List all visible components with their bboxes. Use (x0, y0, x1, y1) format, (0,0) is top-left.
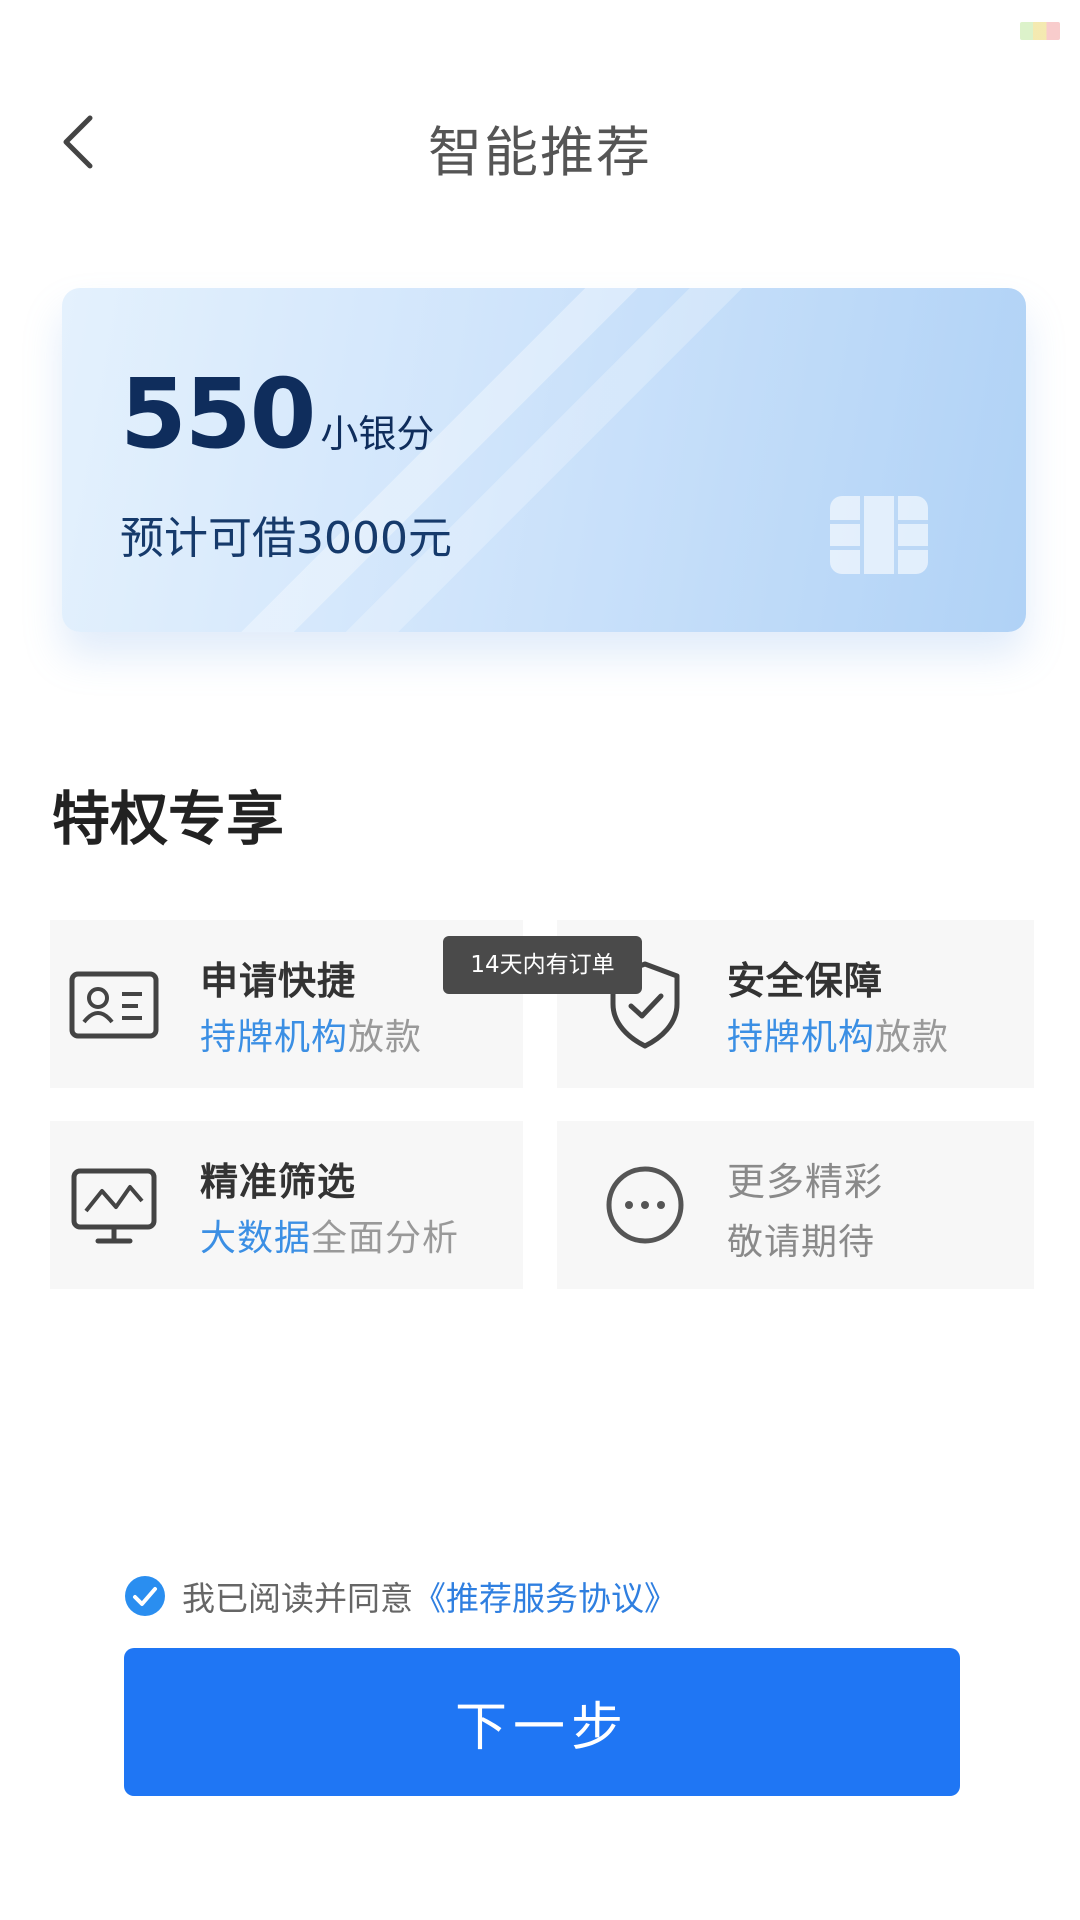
feature-subtitle: 大数据全面分析 (200, 1218, 460, 1259)
feature-subtitle: 敬请期待 (727, 1222, 876, 1263)
feature-title: 更多精彩 (727, 1160, 884, 1204)
feature-precise-filter: 精准筛选 大数据全面分析 (50, 1121, 523, 1289)
loan-estimate: 预计可借3000元 (120, 513, 452, 564)
feature-title: 申请快捷 (200, 959, 357, 1003)
nav-bar: 智能推荐 (0, 90, 1080, 190)
id-card-icon (69, 971, 159, 1039)
score-unit: 小银分 (320, 412, 435, 456)
agreement-link[interactable]: 《推荐服务协议》 (413, 1572, 677, 1620)
feature-more-coming: 更多精彩 敬请期待 (557, 1121, 1034, 1289)
feature-title: 精准筛选 (200, 1160, 357, 1204)
page-title: 智能推荐 (428, 121, 652, 184)
card-chip-icon (830, 496, 928, 574)
credit-score-card: 550 小银分 预计可借3000元 (62, 288, 1026, 632)
next-step-button[interactable]: 下一步 (124, 1648, 960, 1796)
agreement-row: 我已阅读并同意 《推荐服务协议》 (124, 1572, 677, 1620)
status-indicator (1020, 22, 1060, 40)
section-title: 特权专享 (52, 785, 285, 853)
agreement-text: 我已阅读并同意 (182, 1579, 413, 1618)
order-tooltip: 14天内有订单 (443, 936, 642, 994)
agree-checkbox[interactable] (124, 1575, 166, 1617)
feature-subtitle: 持牌机构放款 (727, 1017, 950, 1058)
monitor-chart-icon (71, 1168, 157, 1244)
score-value: 550 (120, 358, 316, 470)
feature-title: 安全保障 (727, 959, 884, 1003)
more-dots-icon (606, 1166, 684, 1244)
feature-subtitle: 持牌机构放款 (200, 1017, 423, 1058)
